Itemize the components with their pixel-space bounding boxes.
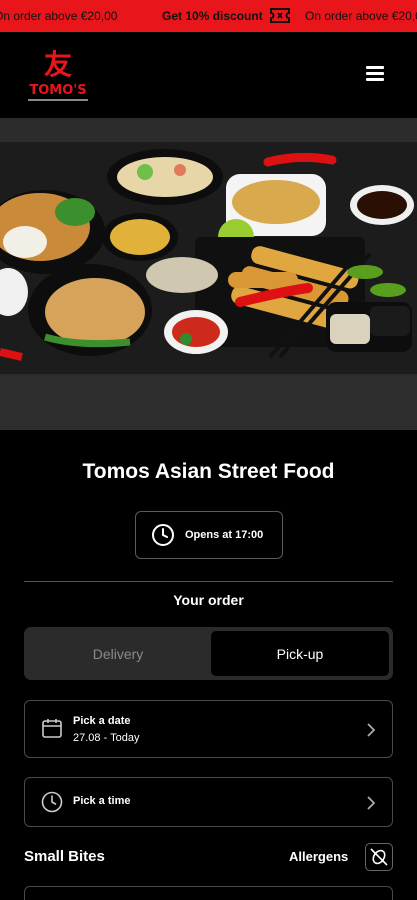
order-mode-toggle: Delivery Pick-up — [24, 627, 393, 680]
restaurant-name: Tomos Asian Street Food — [82, 460, 335, 483]
site-header: 友 TOMO'S — [0, 32, 417, 118]
logo-glyph: 友 — [44, 48, 72, 81]
your-order-heading: Your order — [173, 592, 244, 608]
pick-date-title: Pick a date — [73, 715, 131, 727]
allergens-filter-button[interactable] — [365, 843, 393, 871]
chevron-right-icon — [367, 796, 376, 810]
pick-date-value: 27.08 - Today — [73, 732, 140, 744]
no-allergens-icon — [370, 848, 388, 866]
promo-text-right: On order above €20,00 — [305, 9, 417, 23]
header-divider-band — [0, 118, 417, 142]
ticket-icon — [270, 8, 290, 23]
promo-text-left: On order above €20,00 — [0, 9, 118, 23]
opening-time-text: Opens at 17:00 — [185, 529, 264, 541]
allergens-link[interactable]: Allergens — [289, 849, 348, 864]
hero-image — [0, 142, 417, 430]
tomos-logo[interactable]: 友 TOMO'S — [26, 44, 90, 106]
section-title-small-bites: Small Bites — [24, 848, 105, 865]
promo-banner: On order above €20,00 Get 10% discount O… — [0, 0, 417, 32]
menu-item-card[interactable] — [24, 886, 393, 900]
clock-icon — [152, 524, 174, 546]
logo-wordmark: TOMO'S — [29, 83, 86, 98]
pick-date-button[interactable]: Pick a date 27.08 - Today — [24, 700, 393, 758]
hamburger-menu-icon[interactable] — [366, 66, 388, 84]
clock-icon — [41, 791, 63, 813]
pick-time-button[interactable]: Pick a time — [24, 777, 393, 827]
pick-time-title: Pick a time — [73, 795, 131, 807]
section-divider — [24, 581, 393, 582]
calendar-icon — [42, 719, 62, 738]
opening-time-badge: Opens at 17:00 — [135, 511, 283, 559]
pickup-option[interactable]: Pick-up — [211, 631, 389, 676]
hero-bottom-band — [0, 374, 417, 430]
promo-text-discount: Get 10% discount — [162, 9, 263, 23]
chevron-right-icon — [367, 723, 376, 737]
delivery-option[interactable]: Delivery — [29, 631, 207, 676]
